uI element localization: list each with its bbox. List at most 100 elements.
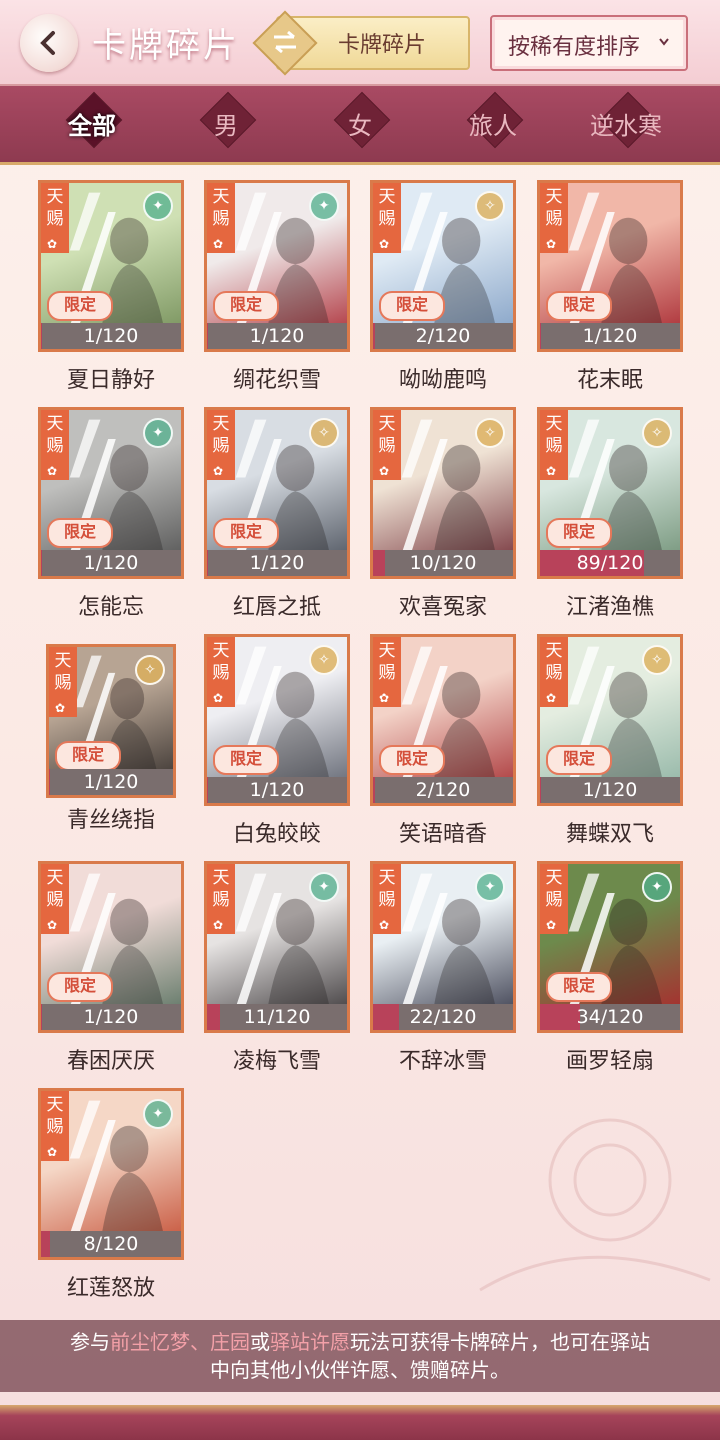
card-name: 怎能忘	[77, 595, 144, 620]
progress-count: 1/120	[83, 1006, 139, 1028]
tianci-char: 赐	[378, 436, 396, 456]
tip-text: 玩法可获得卡牌碎片，也可在驿站	[350, 1330, 650, 1354]
tianci-char: 天	[46, 187, 64, 207]
tianci-char: 赐	[46, 890, 64, 910]
tianci-char: 赐	[212, 209, 230, 229]
card-item[interactable]: 天赐 ✿ ✦ 限定 1/120 夏日静好	[38, 180, 188, 393]
card-name: 凌梅飞雪	[232, 1049, 321, 1074]
progress-bar: 1/120	[207, 777, 347, 803]
progress-bar: 8/120	[41, 1231, 181, 1257]
link-qianchen[interactable]: 前尘忆梦	[110, 1330, 190, 1354]
card-name: 青丝绕指	[66, 808, 155, 833]
progress-count: 1/120	[249, 325, 305, 347]
card-thumbnail[interactable]: 天赐 ✿ ✦ 限定 1/120	[204, 180, 350, 352]
tianci-char: 天	[212, 868, 230, 888]
card-thumbnail[interactable]: 天赐 ✿ ✦ 22/120	[370, 861, 516, 1033]
progress-count: 1/120	[249, 552, 305, 574]
progress-bar: 11/120	[207, 1004, 347, 1030]
card-item[interactable]: 天赐 ✿ ✧ 限定 1/120 舞蝶双飞	[537, 634, 687, 847]
progress-bar: 1/120	[540, 323, 680, 349]
flower-icon: ✿	[47, 918, 58, 932]
card-thumbnail[interactable]: 天赐 ✿ ✦ 限定 34/120	[537, 861, 683, 1033]
filter-dropdown[interactable]: 卡牌碎片	[252, 10, 472, 76]
card-thumbnail[interactable]: 天赐 ✿ ✧ 限定 89/120	[537, 407, 683, 579]
tianci-char: 天	[212, 641, 230, 661]
tianci-char: 赐	[545, 890, 563, 910]
card-thumbnail[interactable]: 天赐 ✿ 限定 1/120	[537, 180, 683, 352]
card-thumbnail[interactable]: 天赐 ✿ ✧ 10/120	[370, 407, 516, 579]
card-item[interactable]: 天赐 ✿ ✧ 限定 1/120 青丝绕指	[38, 634, 188, 844]
tab-traveler[interactable]: 旅人	[443, 86, 543, 162]
progress-bar: 34/120	[540, 1004, 680, 1030]
card-item[interactable]: 天赐 ✿ ✦ 限定 34/120 画罗轻扇	[537, 861, 687, 1074]
card-item[interactable]: 天赐 ✿ ✦ 11/120 凌梅飞雪	[204, 861, 354, 1074]
tab-nishuihan[interactable]: 逆水寒	[576, 86, 676, 162]
card-thumbnail[interactable]: 天赐 ✿ ✧ 限定 1/120	[204, 634, 350, 806]
progress-bar: 1/120	[207, 323, 347, 349]
tianci-char: 赐	[46, 436, 64, 456]
tab-male[interactable]: 男	[176, 86, 276, 162]
tianci-char: 赐	[378, 209, 396, 229]
card-thumbnail[interactable]: 天赐 ✿ ✦ 限定 1/120	[38, 407, 184, 579]
jade-badge-icon: ✦	[642, 872, 672, 902]
card-item[interactable]: 天赐 ✿ ✧ 10/120 欢喜冤家	[370, 407, 520, 620]
progress-count: 1/120	[83, 771, 139, 793]
tianci-char: 赐	[212, 890, 230, 910]
jade-badge-icon: ✦	[143, 418, 173, 448]
card-thumbnail[interactable]: 天赐 ✿ ✦ 8/120	[38, 1088, 184, 1260]
card-item[interactable]: 天赐 ✿ ✧ 限定 89/120 江渚渔樵	[537, 407, 687, 620]
card-thumbnail[interactable]: 天赐 ✿ 限定 1/120	[38, 861, 184, 1033]
progress-count: 1/120	[83, 325, 139, 347]
tianci-char: 赐	[54, 673, 72, 693]
card-thumbnail[interactable]: 天赐 ✿ ✦ 限定 1/120	[38, 180, 184, 352]
card-item[interactable]: 天赐 ✿ ✧ 限定 1/120 红唇之抵	[204, 407, 354, 620]
card-thumbnail[interactable]: 天赐 ✿ ✦ 11/120	[204, 861, 350, 1033]
tianci-char: 天	[54, 651, 72, 671]
link-yizhan[interactable]: 驿站许愿	[270, 1330, 350, 1354]
card-item[interactable]: 天赐 ✿ ✦ 8/120 红莲怒放	[38, 1088, 188, 1301]
card-item[interactable]: 天赐 ✿ 限定 1/120 花末眠	[537, 180, 687, 393]
card-item[interactable]: 天赐 ✿ ✧ 限定 2/120 呦呦鹿鸣	[370, 180, 520, 393]
progress-bar: 1/120	[49, 769, 173, 795]
card-thumbnail[interactable]: 天赐 ✿ ✧ 限定 1/120	[537, 634, 683, 806]
card-item[interactable]: 天赐 ✿ 限定 2/120 笑语暗香	[370, 634, 520, 847]
back-button[interactable]	[20, 14, 78, 72]
tianci-char: 天	[378, 187, 396, 207]
limited-badge: 限定	[213, 518, 279, 548]
card-thumbnail[interactable]: 天赐 ✿ ✧ 限定 2/120	[370, 180, 516, 352]
tip-sep: 、	[190, 1330, 210, 1354]
tab-all[interactable]: 全部	[42, 86, 142, 162]
card-thumbnail[interactable]: 天赐 ✿ ✧ 限定 1/120	[204, 407, 350, 579]
card-item[interactable]: 天赐 ✿ ✦ 22/120 不辞冰雪	[370, 861, 520, 1074]
card-name: 笑语暗香	[398, 822, 487, 847]
flower-icon: ✿	[379, 464, 390, 478]
card-item[interactable]: 天赐 ✿ ✦ 限定 1/120 怎能忘	[38, 407, 188, 620]
flower-icon: ✿	[47, 464, 58, 478]
flower-icon: ✿	[546, 464, 557, 478]
link-zhuangyuan[interactable]: 庄园	[210, 1330, 250, 1354]
gold-badge-icon: ✧	[642, 418, 672, 448]
info-tip: 参与前尘忆梦、庄园或驿站许愿玩法可获得卡牌碎片，也可在驿站 中向其他小伙伴许愿、…	[0, 1320, 720, 1392]
flower-icon: ✿	[379, 237, 390, 251]
tab-label: 全部	[68, 111, 116, 140]
flower-icon: ✿	[546, 918, 557, 932]
gold-badge-icon: ✧	[475, 418, 505, 448]
card-thumbnail[interactable]: 天赐 ✿ ✧ 限定 1/120	[46, 644, 176, 798]
sort-button[interactable]: 按稀有度排序	[490, 15, 688, 71]
card-name: 绸花织雪	[232, 368, 321, 393]
card-item[interactable]: 天赐 ✿ 限定 1/120 春困厌厌	[38, 861, 188, 1074]
card-thumbnail[interactable]: 天赐 ✿ 限定 2/120	[370, 634, 516, 806]
progress-count: 2/120	[415, 325, 471, 347]
tab-female[interactable]: 女	[310, 86, 410, 162]
progress-count: 2/120	[415, 779, 471, 801]
card-item[interactable]: 天赐 ✿ ✦ 限定 1/120 绸花织雪	[204, 180, 354, 393]
tianci-char: 赐	[212, 663, 230, 683]
progress-count: 10/120	[409, 552, 477, 574]
card-item[interactable]: 天赐 ✿ ✧ 限定 1/120 白兔皎皎	[204, 634, 354, 847]
card-name: 舞蝶双飞	[565, 822, 654, 847]
flower-icon: ✿	[47, 237, 58, 251]
jade-badge-icon: ✦	[309, 191, 339, 221]
category-tabs: 全部 男 女 旅人 逆水寒	[0, 86, 720, 165]
limited-badge: 限定	[546, 745, 612, 775]
progress-count: 1/120	[582, 779, 638, 801]
